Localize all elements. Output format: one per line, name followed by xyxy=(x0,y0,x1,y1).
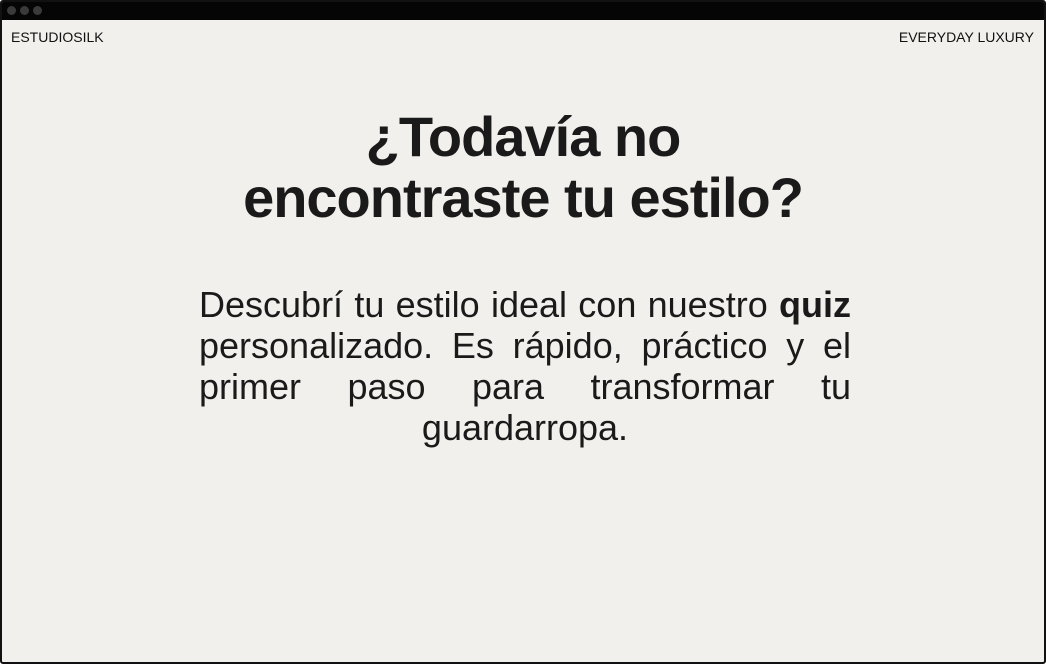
window-maximize-icon[interactable] xyxy=(33,6,42,15)
headline-line-2: encontraste tu estilo? xyxy=(243,166,804,229)
hero-headline: ¿Todavía no encontraste tu estilo? xyxy=(2,106,1044,228)
hero-description: Descubrí tu estilo ideal con nuestro qui… xyxy=(199,284,851,448)
brand-logo-text[interactable]: ESTUDIOSILK xyxy=(11,29,104,45)
browser-window: ESTUDIOSILK EVERYDAY LUXURY ¿Todavía no … xyxy=(0,0,1046,664)
window-minimize-icon[interactable] xyxy=(20,6,29,15)
quiz-hero: ¿Todavía no encontraste tu estilo? xyxy=(2,106,1044,228)
description-intro: Descubrí tu estilo ideal con nuestro xyxy=(199,284,768,325)
brand-tagline: EVERYDAY LUXURY xyxy=(898,29,1034,45)
quiz-keyword: quiz xyxy=(779,284,851,325)
description-details: personalizado. Es rápido, práctico y el … xyxy=(199,325,851,448)
window-title-bar xyxy=(2,2,1044,20)
headline-line-1: ¿Todavía no xyxy=(365,105,682,168)
window-close-icon[interactable] xyxy=(7,6,16,15)
